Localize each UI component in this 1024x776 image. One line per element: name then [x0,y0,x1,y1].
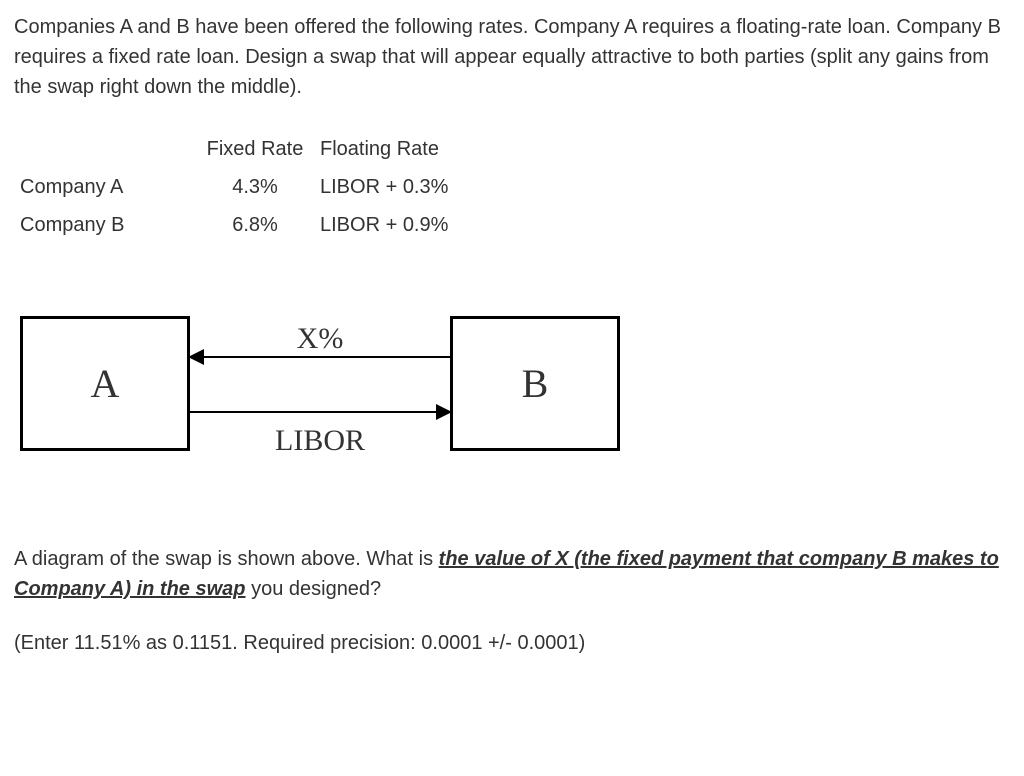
arrows-area: X% LIBOR [190,316,450,451]
company-name: Company B [20,206,190,244]
label-libor: LIBOR [190,418,450,463]
floating-rate: LIBOR + 0.9% [320,206,490,244]
header-empty [20,130,190,168]
header-fixed: Fixed Rate [190,130,320,168]
question-text: A diagram of the swap is shown above. Wh… [14,544,1010,604]
label-x-percent: X% [190,316,450,361]
swap-diagram: A X% LIBOR B [20,304,620,464]
question-pre: A diagram of the swap is shown above. Wh… [14,548,439,570]
arrow-b-to-a [190,356,450,358]
intro-text: Companies A and B have been offered the … [14,12,1010,102]
floating-rate: LIBOR + 0.3% [320,168,490,206]
table-header-row: Fixed Rate Floating Rate [20,130,490,168]
arrow-a-to-b [190,411,450,413]
rate-table: Fixed Rate Floating Rate Company A 4.3% … [20,130,1010,244]
table-row: Company A 4.3% LIBOR + 0.3% [20,168,490,206]
fixed-rate: 6.8% [190,206,320,244]
box-b: B [450,316,620,451]
fixed-rate: 4.3% [190,168,320,206]
header-floating: Floating Rate [320,130,490,168]
arrowhead-left-icon [188,349,204,365]
precision-note: (Enter 11.51% as 0.1151. Required precis… [14,628,1010,658]
table-row: Company B 6.8% LIBOR + 0.9% [20,206,490,244]
company-name: Company A [20,168,190,206]
question-post: you designed? [246,578,382,600]
box-a: A [20,316,190,451]
